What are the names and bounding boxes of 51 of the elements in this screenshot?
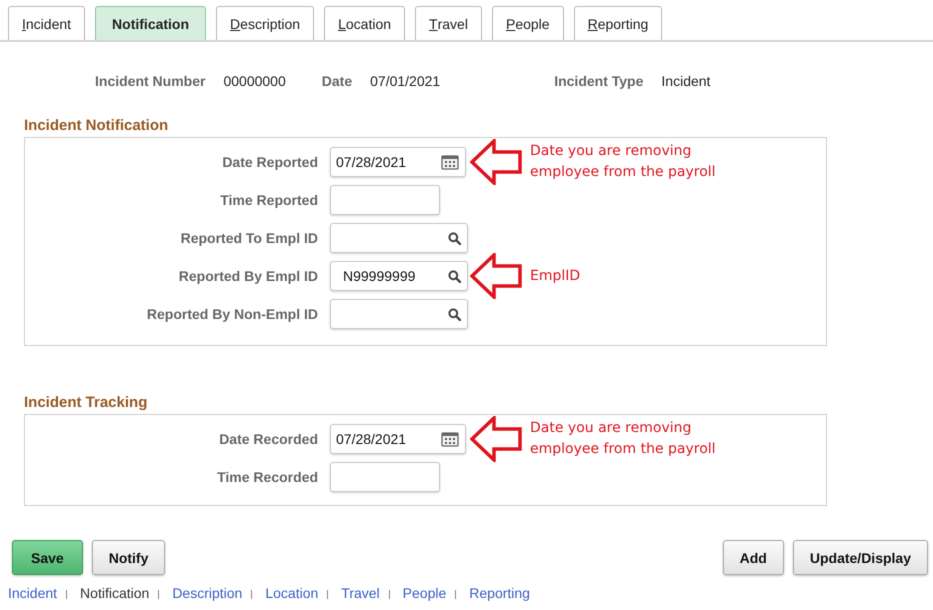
field-label: Date Recorded <box>218 431 318 447</box>
input-field[interactable] <box>330 299 468 329</box>
tab[interactable]: Notification <box>95 6 206 40</box>
tab[interactable]: Description <box>216 6 314 40</box>
arrow-icon <box>470 416 522 462</box>
date-field[interactable]: 07/28/2021 <box>330 424 466 454</box>
field-label: Reported By Empl ID <box>178 268 318 284</box>
arrow-icon <box>470 253 522 299</box>
date-field[interactable]: 07/28/2021 <box>330 147 466 177</box>
page-link[interactable]: Description <box>172 585 242 601</box>
search-icon[interactable] <box>448 308 461 320</box>
annotation-text: Date you are removing employee from the payroll <box>530 419 717 459</box>
calendar-icon[interactable] <box>441 154 459 170</box>
input-field[interactable] <box>330 185 440 215</box>
field-value: Incident <box>661 73 710 89</box>
action-button[interactable]: Notify <box>92 540 166 575</box>
field-label: Time Reported <box>219 192 318 208</box>
page-link[interactable]: People <box>402 585 446 601</box>
field-label: Incident Type <box>554 73 644 89</box>
field-label: Reported To Empl ID <box>180 230 318 246</box>
input-field[interactable] <box>330 223 468 253</box>
tab[interactable]: Location <box>324 6 406 40</box>
section-title: Incident Notification <box>24 117 168 134</box>
current-page-link[interactable]: Notification <box>80 585 150 601</box>
search-icon[interactable] <box>448 270 461 282</box>
tab[interactable]: Incident <box>8 6 86 40</box>
search-icon[interactable] <box>448 232 461 244</box>
action-button[interactable]: Save <box>12 540 83 575</box>
page-link[interactable]: Travel <box>341 585 380 601</box>
tab[interactable]: People <box>492 6 564 40</box>
page-link[interactable]: Location <box>265 585 318 601</box>
section-title: Incident Tracking <box>24 394 148 411</box>
field-label: Date Reported <box>221 154 318 170</box>
action-button[interactable]: Add <box>722 540 784 575</box>
field-value: 00000000 <box>223 73 286 89</box>
arrow-icon <box>470 139 522 185</box>
annotation-text: EmplID <box>530 266 582 286</box>
field-label: Incident Number <box>95 73 206 89</box>
tab[interactable]: Reporting <box>574 6 662 40</box>
input-field[interactable] <box>330 462 440 492</box>
field-label: Date <box>322 73 352 89</box>
action-button[interactable]: Update/Display <box>792 540 928 575</box>
field-label: Time Recorded <box>216 469 318 485</box>
annotation-text: Date you are removing employee from the payroll <box>530 142 717 182</box>
input-field[interactable]: N99999999 <box>330 261 468 291</box>
field-label: Reported By Non-Empl ID <box>146 306 318 322</box>
page-link[interactable]: Reporting <box>469 585 530 601</box>
tab[interactable]: Travel <box>415 6 482 40</box>
field-value: 07/01/2021 <box>370 73 440 89</box>
calendar-icon[interactable] <box>441 431 459 447</box>
page-link[interactable]: Incident <box>8 585 58 601</box>
